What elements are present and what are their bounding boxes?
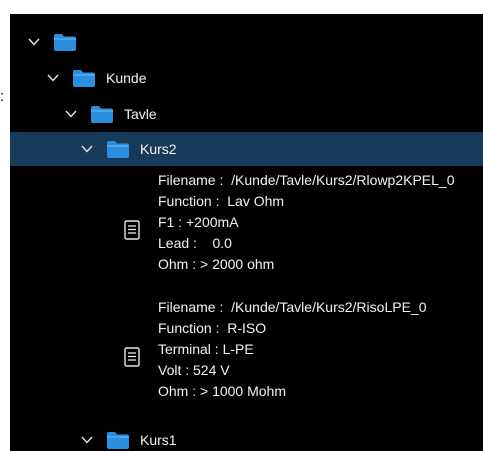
file-filename: Filename : /Kunde/Tavle/Kurs2/RisoLPE_0 [158,299,427,315]
file-ohm: Ohm : > 2000 ohm [158,256,275,272]
file-filename: Filename : /Kunde/Tavle/Kurs2/Rlowp2KPEL… [158,172,455,188]
tree-row-kurs1[interactable]: Kurs1 [10,423,483,451]
file-function: Function : Lav Ohm [158,193,285,209]
tree-label-kurs2: Kurs2 [140,141,177,157]
file-details: Filename : /Kunde/Tavle/Kurs2/Rlowp2KPEL… [158,170,455,275]
chevron-down-icon[interactable] [80,433,94,447]
chevron-down-icon[interactable] [64,107,78,121]
file-tree-panel: Kunde Tavle Kurs2 Filename : /Kunde/Tavl… [10,14,483,451]
file-volt: Volt : 524 V [158,362,230,378]
tree-label-kurs1: Kurs1 [140,432,177,448]
tree-row-kurs2[interactable]: Kurs2 [10,132,483,166]
file-terminal: Terminal : L-PE [158,341,254,357]
document-icon [124,220,140,240]
tree-label-kunde: Kunde [106,70,147,86]
folder-icon [54,33,76,51]
folder-icon [91,105,113,123]
tree-label-tavle: Tavle [124,106,157,122]
chevron-down-icon[interactable] [80,142,94,156]
stray-colon-label: : [0,88,5,105]
folder-icon [107,431,129,449]
tree-row-tavle[interactable]: Tavle [10,97,483,131]
chevron-down-icon[interactable] [27,35,41,49]
tree-row-root[interactable] [10,25,483,59]
tree-row-kunde[interactable]: Kunde [10,61,483,95]
folder-icon [73,69,95,87]
folder-icon [107,140,129,158]
file-f1: F1 : +200mA [158,214,239,230]
file-function: Function : R-ISO [158,320,267,336]
chevron-down-icon[interactable] [46,71,60,85]
file-ohm: Ohm : > 1000 Mohm [158,383,287,399]
document-icon [124,347,140,367]
file-lead: Lead : 0.0 [158,235,232,251]
file-details: Filename : /Kunde/Tavle/Kurs2/RisoLPE_0 … [158,297,426,402]
